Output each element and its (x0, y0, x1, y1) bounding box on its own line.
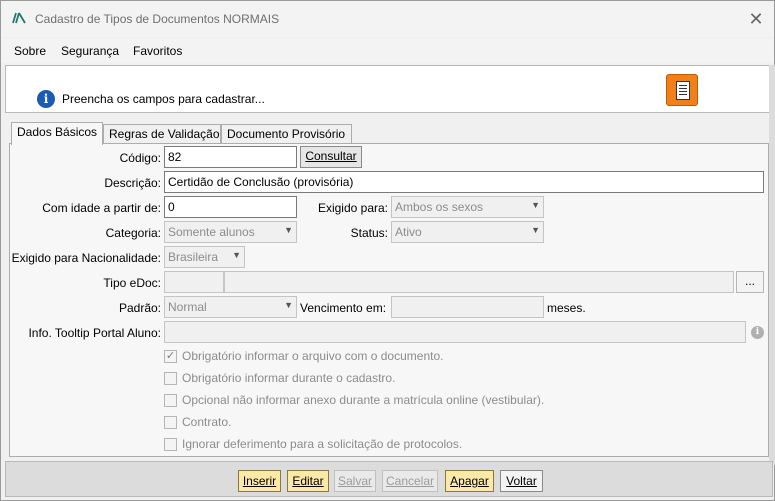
apagar-button[interactable]: Apagar (445, 470, 494, 492)
exigido-para-label: Exigido para: (317, 201, 388, 215)
status-value: Ativo (395, 225, 422, 239)
menu-bar: Sobre Segurança Favoritos (1, 39, 774, 63)
checkbox-label: Contrato. (182, 415, 232, 429)
padrao-label: Padrão: (118, 301, 161, 315)
title-bar: Cadastro de Tipos de Documentos NORMAIS … (1, 1, 774, 37)
chevron-down-icon: ▼ (531, 200, 540, 210)
menu-sobre[interactable]: Sobre (14, 44, 46, 58)
action-bar: Inserir Editar Salvar Cancelar Apagar Vo… (5, 461, 773, 497)
categoria-select[interactable]: Somente alunos ▼ (164, 221, 297, 243)
window-title: Cadastro de Tipos de Documentos NORMAIS (35, 12, 280, 26)
close-icon[interactable]: ✕ (746, 9, 766, 29)
editar-button-label: Editar (292, 474, 324, 488)
right-edge-strip (769, 65, 775, 465)
exigido-para-value: Ambos os sexos (395, 200, 484, 214)
tab-documento-provisorio[interactable]: Documento Provisório (221, 124, 352, 144)
categoria-value: Somente alunos (168, 225, 255, 239)
codigo-label: Código: (119, 151, 161, 165)
padrao-value: Normal (168, 300, 207, 314)
checkbox-unchecked-icon (164, 438, 177, 451)
com-idade-label: Com idade a partir de: (42, 201, 161, 215)
chevron-down-icon: ▼ (284, 225, 293, 235)
checkbox-label: Obrigatório informar durante o cadastro. (182, 371, 396, 385)
codigo-input[interactable]: 82 (164, 146, 297, 168)
checkbox-unchecked-icon (164, 372, 177, 385)
meses-label: meses. (547, 301, 586, 315)
info-message: Preencha os campos para cadastrar... (62, 92, 265, 106)
tooltip-info-icon[interactable]: i (751, 326, 764, 339)
inserir-button-label: Inserir (242, 474, 277, 488)
status-select[interactable]: Ativo ▼ (391, 221, 544, 243)
salvar-button-label: Salvar (337, 474, 372, 488)
consultar-button[interactable]: Consultar (300, 146, 362, 168)
chevron-down-icon: ▼ (284, 300, 293, 310)
tipo-edoc-label: Tipo eDoc: (103, 276, 161, 290)
checkbox-unchecked-icon (164, 416, 177, 429)
checkbox-label: Ignorar deferimento para a solicitação d… (182, 437, 463, 451)
tipo-edoc-lookup-button[interactable]: ... (736, 271, 764, 293)
chevron-down-icon: ▼ (531, 225, 540, 235)
padrao-select[interactable]: Normal ▼ (164, 296, 297, 318)
app-window: Cadastro de Tipos de Documentos NORMAIS … (0, 0, 775, 501)
voltar-button-label: Voltar (506, 474, 537, 488)
exigido-para-select[interactable]: Ambos os sexos ▼ (391, 196, 544, 218)
cancelar-button[interactable]: Cancelar (382, 470, 438, 492)
tooltip-portal-input[interactable] (164, 321, 746, 343)
vencimento-label: Vencimento em: (300, 301, 387, 315)
tipo-edoc-code-input[interactable] (164, 271, 224, 293)
voltar-button[interactable]: Voltar (500, 470, 543, 492)
menu-seguranca[interactable]: Segurança (61, 44, 119, 58)
tab-regras-validacao[interactable]: Regras de Validação (103, 124, 221, 144)
apagar-button-label: Apagar (450, 474, 489, 488)
checkbox-label: Obrigatório informar o arquivo com o doc… (182, 349, 444, 363)
document-icon (666, 74, 698, 106)
tipo-edoc-description-input[interactable] (224, 271, 734, 293)
tooltip-portal-label: Info. Tooltip Portal Aluno: (28, 326, 161, 340)
descricao-label: Descrição: (104, 176, 161, 190)
com-idade-input[interactable]: 0 (164, 196, 297, 218)
checkbox-label: Opcional não informar anexo durante a ma… (182, 393, 545, 407)
descricao-input[interactable]: Certidão de Conclusão (provisória) (164, 171, 764, 193)
info-icon: i (37, 90, 55, 108)
cancelar-button-label: Cancelar (385, 474, 435, 488)
info-panel: i Preencha os campos para cadastrar... (5, 65, 773, 113)
salvar-button[interactable]: Salvar (334, 470, 376, 492)
chevron-down-icon: ▼ (232, 250, 241, 260)
consultar-button-label: Consultar (305, 149, 357, 163)
categoria-label: Categoria: (105, 226, 161, 240)
editar-button[interactable]: Editar (287, 470, 329, 492)
status-label: Status: (350, 226, 388, 240)
menu-favoritos[interactable]: Favoritos (133, 44, 182, 58)
nacionalidade-select[interactable]: Brasileira ▼ (164, 246, 245, 268)
inserir-button[interactable]: Inserir (238, 470, 281, 492)
nacionalidade-value: Brasileira (168, 250, 219, 264)
app-logo-icon (12, 12, 26, 24)
checkbox-checked-icon: ✓ (164, 350, 177, 363)
checkbox-unchecked-icon (164, 394, 177, 407)
nacionalidade-label: Exigido para Nacionalidade: (11, 251, 161, 265)
tab-dados-basicos[interactable]: Dados Básicos (11, 122, 103, 145)
vencimento-input[interactable] (391, 296, 544, 318)
